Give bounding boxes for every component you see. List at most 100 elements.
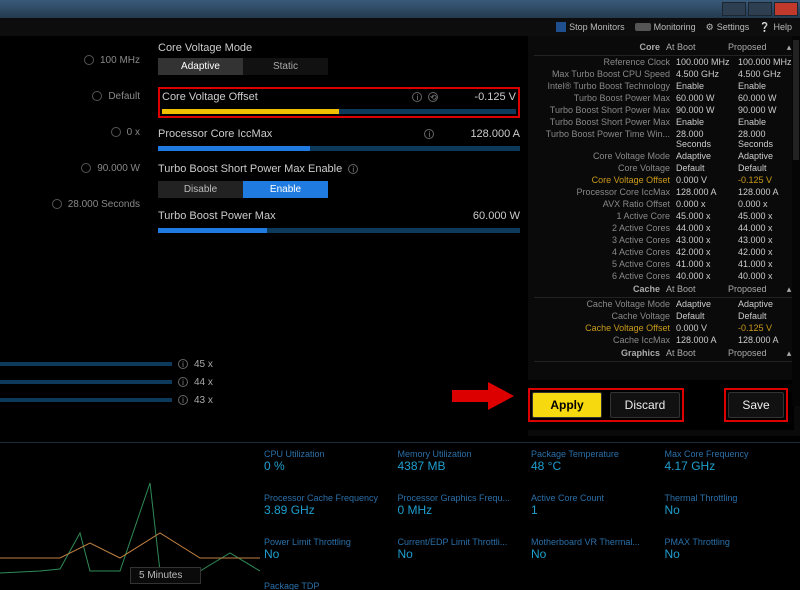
info-icon[interactable]: i [348,164,358,174]
core-voltage-offset-value: -0.125 V [474,91,516,103]
info-icon[interactable]: i [178,359,188,369]
right-summary-panel: CoreAt BootProposed▴Reference Clock100.0… [528,36,800,436]
stat-label: Power Limit Throttling [264,537,396,547]
left-item[interactable]: 100 MHz [4,42,146,78]
toggle-enable[interactable]: Enable [243,181,328,198]
core-voltage-mode-label: Core Voltage Mode [158,42,520,54]
summary-row: Processor Core IccMax128.000 A128.000 A [534,186,794,198]
minimize-button[interactable] [722,2,746,16]
menu-monitoring[interactable]: Monitoring [635,22,696,32]
stat-value: No [264,547,396,561]
left-item-label: Default [108,91,140,102]
multiplier-slider[interactable] [0,362,172,366]
stat-tile: Max Core Frequency4.17 GHz [665,449,797,491]
multiplier-slider[interactable] [0,398,172,402]
summary-row: Intel® Turbo Boost TechnologyEnableEnabl… [534,80,794,92]
turbo-power-label: Turbo Boost Power Max [158,210,276,222]
multiplier-slider[interactable] [0,380,172,384]
stat-value: 0 % [264,459,396,473]
stop-icon [556,22,566,32]
stat-value: 1 [531,503,663,517]
turbo-power-slider[interactable] [158,228,520,233]
stat-label: Processor Graphics Frequ... [398,493,530,503]
stat-value: No [665,547,797,561]
maximize-button[interactable] [748,2,772,16]
menu-bar: Stop Monitors Monitoring ⚙ Settings ❔ He… [0,18,800,36]
stat-label: Active Core Count [531,493,663,503]
left-item-label: 28.000 Seconds [68,199,140,210]
info-icon[interactable]: i [412,92,422,102]
save-button[interactable]: Save [728,392,784,418]
reset-icon[interactable]: ⟲ [428,92,438,102]
summary-row: Cache VoltageDefaultDefault [534,310,794,322]
radio-icon [92,91,102,101]
summary-row: AVX Ratio Offset0.000 x0.000 x [534,198,794,210]
highlight-save: Save [724,388,788,422]
apply-button[interactable]: Apply [532,392,602,418]
left-item[interactable]: 28.000 Seconds [4,186,146,222]
action-bar: Apply Discard Save [522,380,794,430]
annotation-arrow [452,382,514,410]
monitoring-panel: 5 Minutes CPU Utilization0 %Memory Utili… [0,442,800,590]
highlight-core-voltage-offset: Core Voltage Offset i ⟲ -0.125 V [158,87,520,118]
summary-row: 2 Active Cores44.000 x44.000 x [534,222,794,234]
menu-stop-monitors[interactable]: Stop Monitors [556,22,625,32]
core-voltage-offset-label: Core Voltage Offset [162,91,258,103]
stat-tile: CPU Utilization0 % [264,449,396,491]
stat-value: 4387 MB [398,459,530,473]
time-range-select[interactable]: 5 Minutes [130,567,201,584]
multiplier-row[interactable]: i43 x [0,391,230,409]
menu-help[interactable]: ❔ Help [759,22,792,33]
stat-tile: Thermal ThrottlingNo [665,493,797,535]
stat-tile: Current/EDP Limit Throttli...No [398,537,530,579]
left-item[interactable]: 0 x [4,114,146,150]
summary-row: Turbo Boost Power Time Win...28.000 Seco… [534,128,794,150]
summary-row: Core VoltageDefaultDefault [534,162,794,174]
info-icon[interactable]: i [178,377,188,387]
stat-tile: PMAX ThrottlingNo [665,537,797,579]
window-titlebar [0,0,800,18]
summary-row: 5 Active Cores41.000 x41.000 x [534,258,794,270]
info-icon[interactable]: i [424,129,434,139]
radio-icon [81,163,91,173]
multiplier-row[interactable]: i 44 x [0,373,230,391]
close-button[interactable] [774,2,798,16]
stat-label: Memory Utilization [398,449,530,459]
section-header: GraphicsAt BootProposed▴ [534,346,794,362]
multiplier-row[interactable]: i45 x [0,355,230,373]
stat-tile: Active Core Count1 [531,493,663,535]
left-item[interactable]: 90.000 W [4,150,146,186]
menu-settings[interactable]: ⚙ Settings [706,22,750,33]
stat-value: No [531,547,663,561]
stat-tile: Package Temperature48 °C [531,449,663,491]
iccmax-value: 128.000 A [470,128,520,140]
tab-static[interactable]: Static [243,58,328,75]
stats-grid: CPU Utilization0 %Memory Utilization4387… [260,443,800,590]
stat-value: No [398,547,530,561]
stat-tile: Power Limit ThrottlingNo [264,537,396,579]
stat-label: CPU Utilization [264,449,396,459]
stat-label: Motherboard VR Thermal... [531,537,663,547]
stat-tile: Memory Utilization4387 MB [398,449,530,491]
stat-label: Current/EDP Limit Throttli... [398,537,530,547]
iccmax-slider[interactable] [158,146,520,151]
stat-tile: Package TDP5 W [264,581,396,590]
stat-label: Max Core Frequency [665,449,797,459]
discard-button[interactable]: Discard [610,392,680,418]
summary-row: 3 Active Cores43.000 x43.000 x [534,234,794,246]
summary-row: Max Turbo Boost CPU Speed4.500 GHz4.500 … [534,68,794,80]
toggle-disable[interactable]: Disable [158,181,243,198]
left-item[interactable]: Default [4,78,146,114]
summary-row: Core Voltage Offset0.000 V-0.125 V [534,174,794,186]
tab-adaptive[interactable]: Adaptive [158,58,243,75]
stat-value: 3.89 GHz [264,503,396,517]
section-header: CacheAt BootProposed▴ [534,282,794,298]
scrollbar-thumb[interactable] [793,40,799,160]
scrollbar[interactable] [792,36,800,406]
multiplier-value: 44 x [194,377,230,388]
core-voltage-offset-slider[interactable] [162,109,516,114]
info-icon[interactable]: i [178,395,188,405]
stat-value: 0 MHz [398,503,530,517]
stat-tile: Processor Graphics Frequ...0 MHz [398,493,530,535]
turbo-enable-toggle[interactable]: Disable Enable [158,181,328,198]
